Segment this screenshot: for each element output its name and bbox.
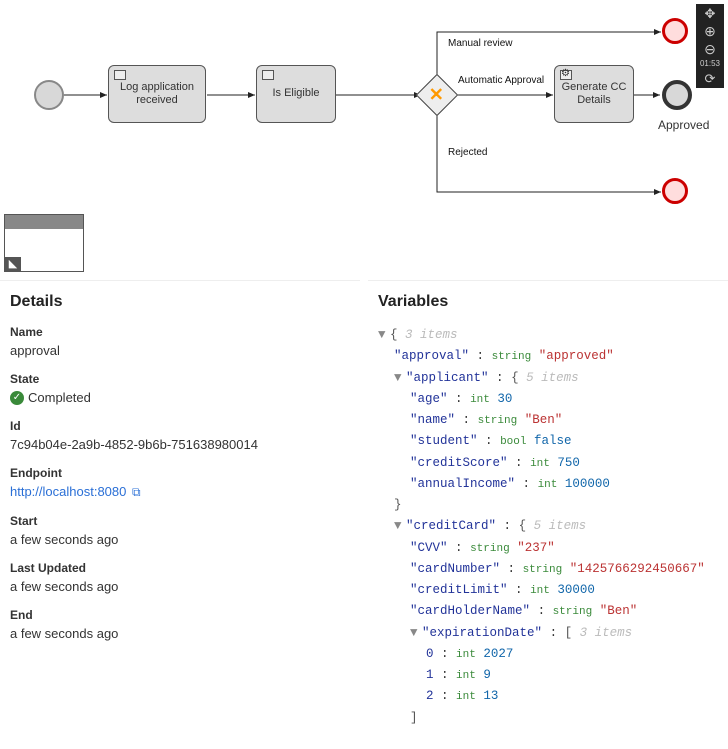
gear-icon	[560, 70, 572, 80]
variables-panel: Variables ▼{ 3 items "approval" : string…	[368, 280, 728, 749]
task-label: Is Eligible	[272, 87, 319, 100]
value-start: a few seconds ago	[10, 532, 350, 547]
edge-label-manual: Manual review	[448, 38, 512, 49]
value-state: ✓ Completed	[10, 390, 91, 405]
diagram-edges	[0, 0, 728, 280]
details-heading: Details	[10, 293, 350, 311]
task-generate-cc[interactable]: Generate CC Details	[554, 65, 634, 123]
rule-icon	[262, 70, 274, 80]
edge-label-rejected: Rejected	[448, 147, 487, 158]
var-cardnumber[interactable]: "cardNumber" : string "1425766292450667"	[378, 559, 718, 580]
label-start: Start	[10, 514, 350, 528]
caret-icon[interactable]: ▼	[410, 623, 422, 644]
value-id: 7c94b04e-2a9b-4852-9b6b-751638980014	[10, 437, 350, 452]
external-link-icon[interactable]: ⧉	[132, 485, 141, 499]
start-event[interactable]	[34, 80, 64, 110]
check-icon: ✓	[10, 391, 24, 405]
value-lastupdated: a few seconds ago	[10, 579, 350, 594]
end-event-approved[interactable]	[662, 80, 692, 110]
var-cvv[interactable]: "CVV" : string "237"	[378, 538, 718, 559]
caret-icon[interactable]: ▼	[394, 368, 406, 389]
minimap[interactable]: ◣	[4, 214, 84, 272]
var-age[interactable]: "age" : int 30	[378, 389, 718, 410]
var-student[interactable]: "student" : bool false	[378, 431, 718, 452]
end-event-manual[interactable]	[662, 18, 688, 44]
fit-icon[interactable]: ✥	[705, 7, 716, 20]
caret-icon[interactable]: ▼	[394, 516, 406, 537]
label-end: End	[10, 608, 350, 622]
label-id: Id	[10, 419, 350, 433]
value-end: a few seconds ago	[10, 626, 350, 641]
task-label: Log application received	[113, 81, 201, 107]
minimap-toggle-icon[interactable]: ◣	[5, 257, 21, 271]
caret-icon[interactable]: ▼	[378, 325, 390, 346]
var-creditscore[interactable]: "creditScore" : int 750	[378, 453, 718, 474]
label-endpoint: Endpoint	[10, 466, 350, 480]
endpoint-link[interactable]: http://localhost:8080	[10, 484, 126, 499]
minimap-viewport	[5, 215, 83, 229]
diagram-toolbar: ✥ ⊕ ⊖ 01:53 ⟳	[696, 4, 724, 88]
zoom-in-icon[interactable]: ⊕	[704, 24, 716, 38]
var-cardholder[interactable]: "cardHolderName" : string "Ben"	[378, 601, 718, 622]
var-exp-0[interactable]: 0 : int 2027	[378, 644, 718, 665]
task-is-eligible[interactable]: Is Eligible	[256, 65, 336, 123]
var-approval[interactable]: "approval" : string "approved"	[378, 346, 718, 367]
task-log-application[interactable]: Log application received	[108, 65, 206, 123]
end-event-rejected[interactable]	[662, 178, 688, 204]
var-creditlimit[interactable]: "creditLimit" : int 30000	[378, 580, 718, 601]
var-annualincome[interactable]: "annualIncome" : int 100000	[378, 474, 718, 495]
label-lastupdated: Last Updated	[10, 561, 350, 575]
state-text: Completed	[28, 390, 91, 405]
reset-label[interactable]: 01:53	[700, 60, 720, 68]
var-name[interactable]: "name" : string "Ben"	[378, 410, 718, 431]
bpmn-diagram[interactable]: Log application received Is Eligible ✕ M…	[0, 0, 728, 280]
value-name: approval	[10, 343, 350, 358]
variables-tree: ▼{ 3 items "approval" : string "approved…	[378, 325, 718, 729]
reset-icon[interactable]: ⟳	[705, 72, 716, 85]
end-label-approved: Approved	[658, 118, 709, 132]
label-state: State	[10, 372, 350, 386]
var-exp-2[interactable]: 2 : int 13	[378, 686, 718, 707]
zoom-out-icon[interactable]: ⊖	[704, 42, 716, 56]
details-panel: Details Name approval State ✓ Completed …	[0, 280, 360, 749]
script-icon	[114, 70, 126, 80]
edge-label-auto: Automatic Approval	[458, 75, 544, 86]
label-name: Name	[10, 325, 350, 339]
task-label: Generate CC Details	[559, 81, 629, 107]
var-exp-1[interactable]: 1 : int 9	[378, 665, 718, 686]
variables-heading: Variables	[378, 293, 718, 311]
